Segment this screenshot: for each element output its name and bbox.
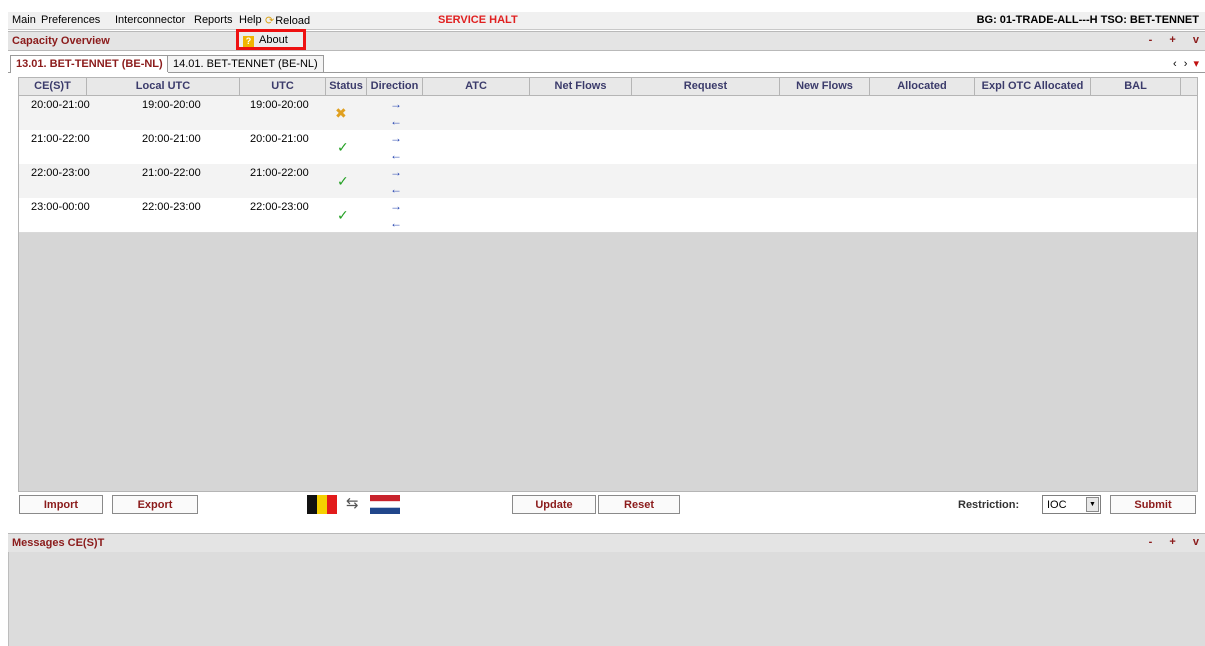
status-error-icon: ✖ (335, 105, 347, 121)
column-header-local-utc[interactable]: Local UTC (87, 78, 240, 95)
cell-local-utc: 22:00-23:00 (142, 201, 201, 213)
swap-direction-icon[interactable]: ⇆ (346, 494, 359, 512)
bg-tso-info: BG: 01-TRADE-ALL---H TSO: BET-TENNET (976, 14, 1199, 26)
belgium-flag-icon (307, 495, 337, 514)
column-header-allocated[interactable]: Allocated (870, 78, 975, 95)
messages-panel-controls: - + v (1135, 536, 1199, 548)
column-header-status[interactable]: Status (326, 78, 367, 95)
capacity-panel-header: Capacity Overview - + v (8, 31, 1205, 51)
maximize-button[interactable]: + (1169, 536, 1175, 548)
menu-preferences[interactable]: Preferences (41, 14, 100, 26)
cell-cest: 20:00-21:00 (31, 99, 90, 111)
tab-navigation: ‹ › ▾ (1173, 57, 1199, 70)
table-row[interactable]: 21:00-22:00 20:00-21:00 20:00-21:00 ✓ → … (19, 130, 1197, 165)
cell-cest: 23:00-00:00 (31, 201, 90, 213)
submit-button[interactable]: Submit (1110, 495, 1196, 514)
messages-panel-title: Messages CE(S)T (12, 537, 105, 549)
status-ok-icon: ✓ (337, 207, 349, 223)
capacity-panel-title: Capacity Overview (12, 35, 110, 47)
direction-left-arrow-icon: ← (390, 148, 402, 162)
export-button[interactable]: Export (112, 495, 198, 514)
column-header-expl-otc-allocated[interactable]: Expl OTC Allocated (975, 78, 1091, 95)
tab-prev-icon[interactable]: ‹ (1173, 58, 1177, 70)
direction-right-arrow-icon: → (390, 199, 402, 213)
column-header-request[interactable]: Request (632, 78, 780, 95)
menu-main[interactable]: Main (12, 14, 36, 26)
restriction-select[interactable]: IOC ▼ (1042, 495, 1101, 514)
collapse-button[interactable]: v (1193, 536, 1199, 548)
cell-local-utc: 19:00-20:00 (142, 99, 201, 111)
column-header-atc[interactable]: ATC (423, 78, 530, 95)
status-ok-icon: ✓ (337, 173, 349, 189)
collapse-button[interactable]: v (1193, 34, 1199, 46)
cell-local-utc: 21:00-22:00 (142, 167, 201, 179)
menu-help[interactable]: Help (239, 14, 262, 26)
table-row[interactable]: 20:00-21:00 19:00-20:00 19:00-20:00 ✖ → … (19, 96, 1197, 131)
help-question-icon: ? (243, 36, 254, 47)
table-row[interactable]: 23:00-00:00 22:00-23:00 22:00-23:00 ✓ → … (19, 198, 1197, 233)
column-header-utc[interactable]: UTC (240, 78, 326, 95)
service-halt-status: SERVICE HALT (438, 14, 518, 26)
direction-left-arrow-icon: ← (390, 216, 402, 230)
netherlands-flag-icon (370, 495, 400, 514)
reset-button[interactable]: Reset (598, 495, 680, 514)
menu-item-about[interactable]: ? About (243, 34, 288, 47)
chevron-down-icon[interactable]: ▼ (1086, 497, 1099, 512)
messages-panel-header: Messages CE(S)T - + v (8, 533, 1205, 553)
cell-utc: 22:00-23:00 (250, 201, 309, 213)
capacity-table: CE(S)T Local UTC UTC Status Direction AT… (18, 77, 1198, 492)
cell-cest: 21:00-22:00 (31, 133, 90, 145)
tab-bar: 13.01. BET-TENNET (BE-NL) 14.01. BET-TEN… (8, 54, 1205, 73)
direction-right-arrow-icon: → (390, 97, 402, 111)
minimize-button[interactable]: - (1149, 536, 1153, 548)
column-header-bal[interactable]: BAL (1091, 78, 1181, 95)
maximize-button[interactable]: + (1169, 34, 1175, 46)
direction-left-arrow-icon: ← (390, 182, 402, 196)
cell-utc: 19:00-20:00 (250, 99, 309, 111)
column-header-cest[interactable]: CE(S)T (19, 78, 87, 95)
cell-utc: 20:00-21:00 (250, 133, 309, 145)
menu-reload-label: Reload (275, 15, 311, 27)
tab-13-01[interactable]: 13.01. BET-TENNET (BE-NL) (10, 55, 169, 73)
tab-menu-icon[interactable]: ▾ (1193, 58, 1199, 70)
direction-left-arrow-icon: ← (390, 114, 402, 128)
reload-icon: ⟳ (265, 15, 275, 27)
cell-local-utc: 20:00-21:00 (142, 133, 201, 145)
about-label: About (259, 34, 288, 46)
column-header-new-flows[interactable]: New Flows (780, 78, 870, 95)
direction-right-arrow-icon: → (390, 131, 402, 145)
tab-next-icon[interactable]: › (1184, 58, 1188, 70)
menu-reload[interactable]: ⟳Reload (265, 14, 310, 27)
table-row[interactable]: 22:00-23:00 21:00-22:00 21:00-22:00 ✓ → … (19, 164, 1197, 199)
messages-body (8, 552, 1205, 646)
column-header-net-flows[interactable]: Net Flows (530, 78, 632, 95)
help-dropdown-menu: ? About (236, 29, 306, 50)
table-header: CE(S)T Local UTC UTC Status Direction AT… (19, 78, 1197, 96)
restriction-label: Restriction: (958, 499, 1020, 511)
update-button[interactable]: Update (512, 495, 596, 514)
restriction-value: IOC (1047, 499, 1067, 511)
column-header-direction[interactable]: Direction (367, 78, 423, 95)
menu-reports[interactable]: Reports (194, 14, 233, 26)
menu-interconnector[interactable]: Interconnector (115, 14, 185, 26)
menu-bar: Main Preferences Interconnector Reports … (8, 12, 1205, 30)
import-button[interactable]: Import (19, 495, 103, 514)
minimize-button[interactable]: - (1149, 34, 1153, 46)
tab-14-01[interactable]: 14.01. BET-TENNET (BE-NL) (167, 55, 324, 72)
cell-utc: 21:00-22:00 (250, 167, 309, 179)
capacity-panel-controls: - + v (1135, 34, 1199, 46)
cell-cest: 22:00-23:00 (31, 167, 90, 179)
status-ok-icon: ✓ (337, 139, 349, 155)
direction-right-arrow-icon: → (390, 165, 402, 179)
